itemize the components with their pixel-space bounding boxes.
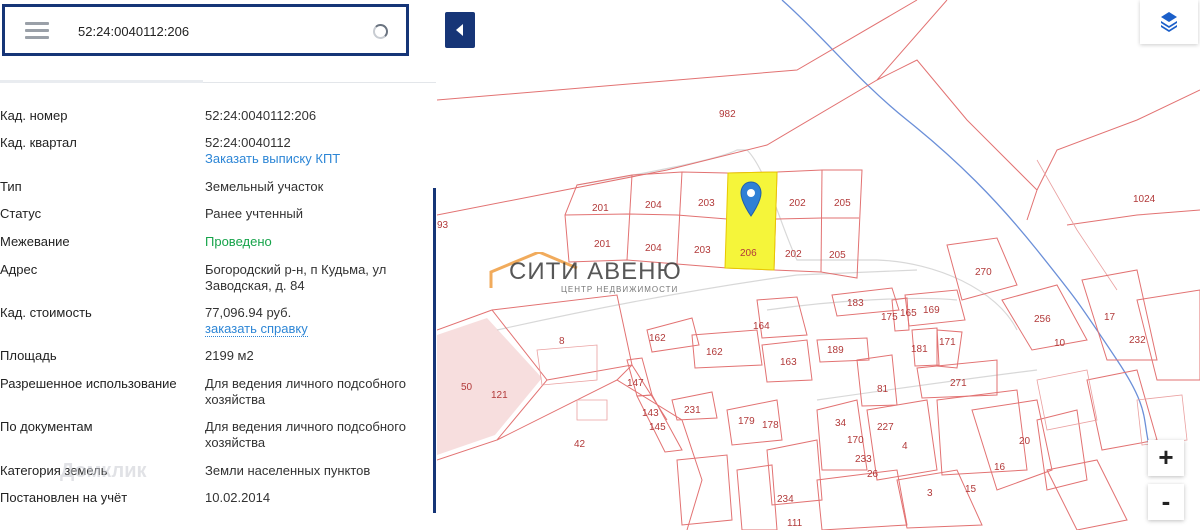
detail-key: Площадь xyxy=(0,348,57,363)
detail-key: Разрешенное использование xyxy=(0,376,177,391)
detail-value: Земли населенных пунктов xyxy=(205,463,371,478)
domclick-watermark: Домклик xyxy=(60,460,147,482)
detail-value: Проведено xyxy=(205,234,272,249)
location-pin-icon[interactable] xyxy=(739,180,763,218)
detail-key: Тип xyxy=(0,179,22,194)
cadastral-map[interactable]: 982 1024 201 204 203 206 202 205 201 204 203 202 205… xyxy=(437,0,1200,530)
info-panel: Кад. номер 52:24:0040112:206 Кад. кварта… xyxy=(0,0,436,530)
search-box xyxy=(2,4,409,56)
detail-key: Межевание xyxy=(0,234,70,249)
menu-icon[interactable] xyxy=(25,22,49,40)
city-avenue-watermark: СИТИ АВЕНЮ ЦЕНТР НЕДВИЖИМОСТИ xyxy=(489,252,729,296)
detail-value: Ранее учтенный xyxy=(205,206,303,221)
loading-spinner-icon xyxy=(373,24,388,39)
detail-key: Адрес xyxy=(0,262,38,277)
detail-key: По документам xyxy=(0,419,93,434)
detail-key: Постановлен на учёт xyxy=(0,490,128,505)
detail-value: Для ведения личного подсобного хозяйства xyxy=(205,419,406,450)
watermark-title: СИТИ АВЕНЮ xyxy=(509,258,682,285)
detail-value: Богородский р-н, п Кудьма, ул Заводская,… xyxy=(205,262,387,293)
detail-value: Земельный участок xyxy=(205,179,324,194)
detail-value: 2199 м2 xyxy=(205,348,254,363)
detail-value: 52:24:0040112 xyxy=(205,135,291,150)
layers-button[interactable] xyxy=(1140,0,1198,44)
tab-indicator xyxy=(0,80,203,83)
detail-value: Для ведения личного подсобного хозяйства xyxy=(205,376,406,407)
detail-key: Статус xyxy=(0,206,42,221)
detail-value: 52:24:0040112:206 xyxy=(205,108,317,123)
detail-value: 10.02.2014 xyxy=(205,490,271,505)
detail-key: Кад. стоимость xyxy=(0,305,92,320)
order-certificate-link[interactable]: заказать справку xyxy=(205,321,308,337)
search-input[interactable] xyxy=(78,21,348,41)
panel-scrollbar[interactable] xyxy=(433,188,436,513)
order-kpt-link[interactable]: Заказать выписку КПТ xyxy=(205,151,340,166)
layers-icon xyxy=(1161,12,1177,32)
detail-value: 77,096.94 руб. xyxy=(205,305,292,320)
chevron-left-icon xyxy=(456,24,463,36)
zoom-out-button[interactable]: - xyxy=(1148,484,1184,520)
watermark-subtitle: ЦЕНТР НЕДВИЖИМОСТИ xyxy=(561,285,679,294)
detail-key: Кад. номер xyxy=(0,108,68,123)
detail-key: Кад. квартал xyxy=(0,135,77,150)
zoom-in-button[interactable]: + xyxy=(1148,440,1184,476)
collapse-panel-button[interactable] xyxy=(445,12,475,48)
